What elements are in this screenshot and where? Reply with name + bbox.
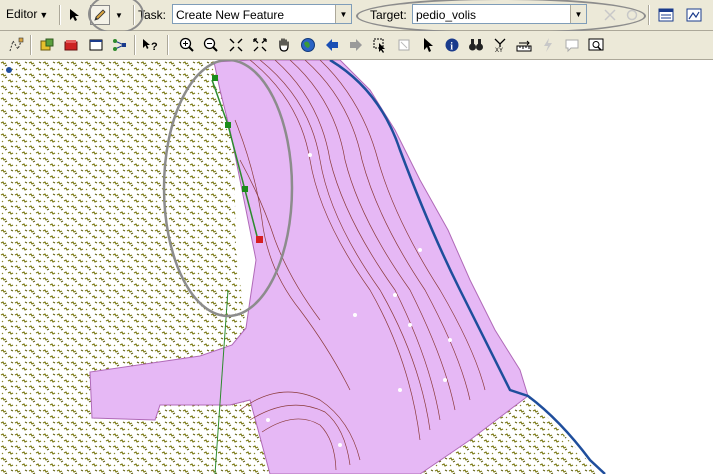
svg-text:XY: XY — [495, 48, 503, 53]
editor-menu-label: Editor — [6, 7, 38, 21]
chevron-down-icon[interactable]: ▼ — [570, 5, 586, 23]
scissors-icon — [604, 9, 616, 21]
hyperlink-button[interactable] — [538, 35, 558, 55]
clear-selection-button[interactable] — [394, 35, 414, 55]
zoom-in-button[interactable] — [177, 35, 197, 55]
select-elements-icon — [424, 38, 433, 52]
toolbar-separator — [134, 35, 136, 55]
sketch-vertex[interactable] — [225, 122, 231, 128]
sketch-properties-icon — [686, 8, 702, 22]
rectangle-select-button[interactable] — [86, 35, 106, 55]
select-features-button[interactable] — [370, 35, 390, 55]
find-button[interactable] — [466, 35, 486, 55]
toolbar-separator — [30, 35, 32, 55]
hyperlink-icon — [544, 38, 552, 52]
chevron-down-icon: ▼ — [39, 10, 49, 20]
fixed-zoom-out-icon — [253, 38, 267, 52]
toolbar-separator — [167, 35, 169, 55]
task-dropdown[interactable]: Create New Feature ▼ — [172, 4, 352, 24]
toolbar-separator — [59, 5, 61, 25]
edit-vertices-icon — [9, 37, 24, 52]
toolbar-separator — [133, 5, 135, 25]
edit-tool-button[interactable] — [64, 5, 84, 25]
pan-hand-icon — [279, 38, 289, 52]
attributes-icon — [658, 8, 674, 22]
forward-arrow-icon — [350, 39, 362, 51]
whats-this-icon: ? — [143, 39, 158, 53]
edit-vertices-button[interactable] — [6, 35, 26, 55]
network-button[interactable] — [110, 35, 130, 55]
select-elements-button[interactable] — [418, 35, 438, 55]
back-arrow-icon — [326, 39, 338, 51]
attributes-button[interactable] — [656, 5, 676, 25]
target-label: Target: — [370, 8, 407, 22]
split-tool-button[interactable] — [600, 5, 620, 25]
toolbar-separator — [648, 5, 650, 25]
select-features-icon — [373, 38, 385, 53]
sketch-vertex[interactable] — [242, 186, 248, 192]
forward-extent-button[interactable] — [346, 35, 366, 55]
sketch-properties-button[interactable] — [684, 5, 704, 25]
measure-button[interactable] — [514, 35, 534, 55]
svg-text:i: i — [450, 42, 453, 53]
arrow-pointer-icon — [70, 9, 79, 21]
go-to-xy-button[interactable]: XY — [490, 35, 510, 55]
pencil-sketch-icon — [94, 9, 106, 21]
whats-this-button[interactable]: ? — [140, 35, 160, 55]
fixed-zoom-in-button[interactable] — [226, 35, 246, 55]
overview-icon — [588, 38, 604, 51]
identify-icon: i — [445, 38, 459, 53]
identify-button[interactable]: i — [442, 35, 462, 55]
rectangle-select-icon — [89, 39, 103, 51]
tools-toolbar: ? i XY — [0, 31, 713, 60]
clear-selection-icon — [398, 39, 410, 51]
chevron-down-icon[interactable]: ▼ — [335, 5, 351, 23]
sketch-vertex[interactable] — [212, 75, 218, 81]
rotate-tool-button[interactable] — [622, 5, 642, 25]
svg-text:?: ? — [151, 41, 158, 53]
fixed-zoom-in-icon — [229, 38, 243, 52]
zoom-in-icon — [179, 37, 194, 52]
topology-button[interactable] — [37, 35, 57, 55]
overview-button[interactable] — [586, 35, 606, 55]
layer-icon — [64, 40, 78, 51]
measure-icon — [516, 40, 532, 52]
editor-toolbar: Editor ▼ ▼ Task: Create New Feature ▼ Tar… — [0, 0, 713, 34]
target-value: pedio_volis — [416, 8, 477, 22]
topology-icon — [40, 38, 54, 51]
sketch-tool-dropdown[interactable]: ▼ — [112, 5, 126, 25]
task-value: Create New Feature — [176, 8, 285, 22]
sketch-tool-button[interactable] — [90, 5, 110, 25]
map-canvas[interactable] — [0, 60, 713, 474]
task-label: Task: — [138, 8, 167, 22]
sketch-last-vertex[interactable] — [256, 236, 263, 243]
pan-button[interactable] — [274, 35, 294, 55]
html-popup-button[interactable] — [562, 35, 582, 55]
network-icon — [113, 39, 126, 51]
full-extent-button[interactable] — [298, 35, 318, 55]
fixed-zoom-out-button[interactable] — [250, 35, 270, 55]
target-dropdown[interactable]: pedio_volis ▼ — [412, 4, 587, 24]
rotate-icon — [626, 9, 638, 21]
find-binoculars-icon — [469, 39, 483, 51]
go-to-xy-icon: XY — [494, 38, 506, 53]
back-extent-button[interactable] — [322, 35, 342, 55]
html-popup-icon — [565, 39, 579, 53]
full-extent-globe-icon — [301, 38, 315, 52]
map-point — [6, 67, 12, 73]
chevron-down-icon: ▼ — [115, 10, 123, 20]
zoom-out-icon — [203, 37, 218, 52]
zoom-out-button[interactable] — [201, 35, 221, 55]
editor-menu[interactable]: Editor ▼ — [6, 7, 48, 21]
layer-button[interactable] — [61, 35, 81, 55]
